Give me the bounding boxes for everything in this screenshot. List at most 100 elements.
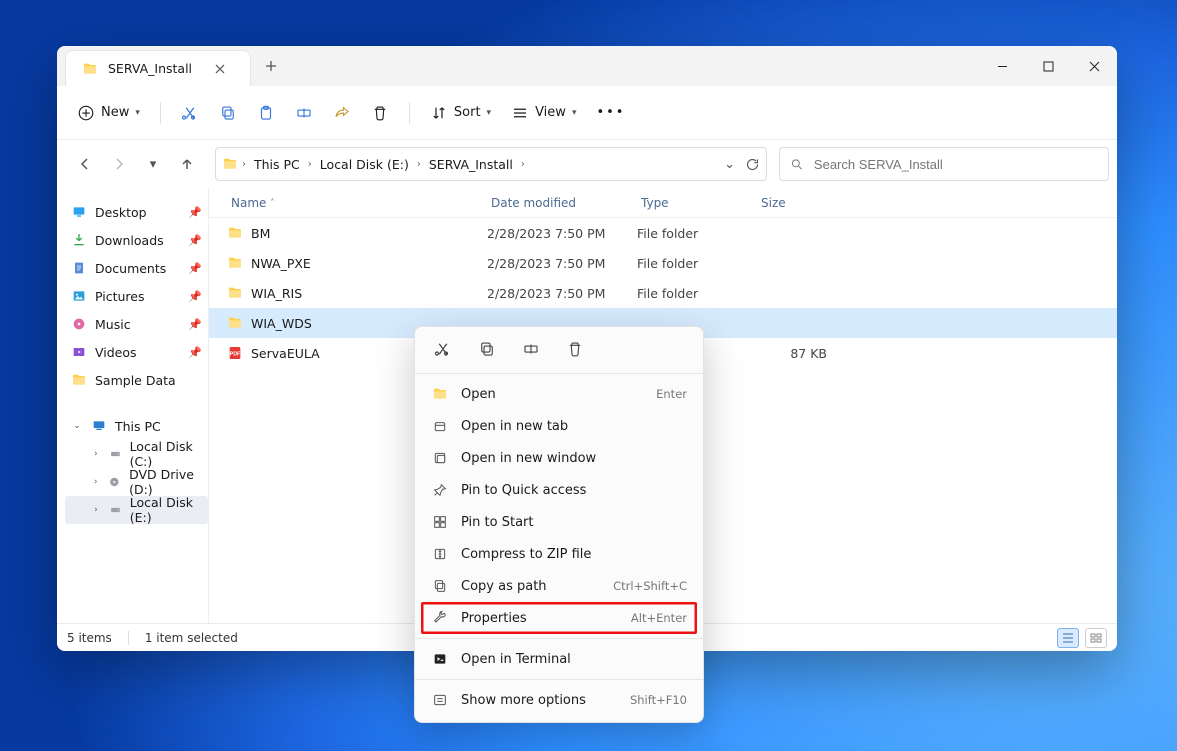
context-action-row <box>421 333 697 369</box>
search-box[interactable] <box>779 147 1109 181</box>
plus-icon <box>265 60 277 72</box>
ctx-pin-start[interactable]: Pin to Start <box>421 506 697 538</box>
up-button[interactable] <box>171 148 203 180</box>
col-size[interactable]: Size <box>761 196 841 210</box>
search-icon <box>790 157 804 172</box>
file-row[interactable]: NWA_PXE2/28/2023 7:50 PMFile folder <box>209 248 1117 278</box>
pin-icon: 📌 <box>188 346 202 359</box>
ctx-open-terminal[interactable]: Open in Terminal <box>421 643 697 675</box>
delete-button[interactable] <box>363 96 397 130</box>
sort-button[interactable]: Sort ▾ <box>422 96 499 130</box>
trash-icon <box>371 104 389 122</box>
sidebar-item-desktop[interactable]: Desktop📌 <box>65 198 208 226</box>
minimize-icon <box>997 61 1008 72</box>
sidebar-item-downloads[interactable]: Downloads📌 <box>65 226 208 254</box>
ctx-compress-zip[interactable]: Compress to ZIP file <box>421 538 697 570</box>
file-row[interactable]: BM2/28/2023 7:50 PMFile folder <box>209 218 1117 248</box>
ctx-copy-path[interactable]: Copy as pathCtrl+Shift+C <box>421 570 697 602</box>
more-button[interactable]: ••• <box>588 96 633 130</box>
sidebar-drive[interactable]: ›DVD Drive (D:) <box>65 468 208 496</box>
view-button[interactable]: View ▾ <box>503 96 584 130</box>
sidebar-drive[interactable]: › Local Disk (C:) <box>65 440 208 468</box>
refresh-button[interactable] <box>745 157 760 172</box>
file-name: BM <box>251 226 270 241</box>
pin-icon: 📌 <box>188 318 202 331</box>
sidebar-item-music[interactable]: Music📌 <box>65 310 208 338</box>
folder-icon <box>227 255 243 271</box>
sidebar-item-sample-data[interactable]: Sample Data <box>65 366 208 394</box>
cut-button[interactable] <box>173 96 207 130</box>
paste-button[interactable] <box>249 96 283 130</box>
address-bar[interactable]: › This PC › Local Disk (E:) › SERVA_Inst… <box>215 147 767 181</box>
ctx-open-new-tab[interactable]: Open in new tab <box>421 410 697 442</box>
context-menu: OpenEnter Open in new tab Open in new wi… <box>414 326 704 723</box>
tab-close-button[interactable] <box>210 59 230 79</box>
ctx-show-more[interactable]: Show more optionsShift+F10 <box>421 684 697 716</box>
ctx-open-new-window[interactable]: Open in new window <box>421 442 697 474</box>
rename-button[interactable] <box>287 96 321 130</box>
video-icon <box>71 344 87 360</box>
close-button[interactable] <box>1071 46 1117 86</box>
back-button[interactable] <box>69 148 101 180</box>
ctx-open[interactable]: OpenEnter <box>421 378 697 410</box>
forward-button[interactable] <box>103 148 135 180</box>
chevron-right-icon: › <box>91 449 101 459</box>
maximize-button[interactable] <box>1025 46 1071 86</box>
column-headers: Name ˄ Date modified Type Size <box>209 188 1117 218</box>
pin-icon: 📌 <box>188 262 202 275</box>
copy-path-icon <box>431 577 449 595</box>
sidebar-item-videos[interactable]: Videos📌 <box>65 338 208 366</box>
ctx-cut-button[interactable] <box>431 337 455 361</box>
ctx-copy-button[interactable] <box>475 337 499 361</box>
item-count: 5 items <box>67 631 112 645</box>
ctx-delete-button[interactable] <box>563 337 587 361</box>
zip-icon <box>431 545 449 563</box>
recent-button[interactable]: ▾ <box>137 148 169 180</box>
details-icon <box>1062 633 1074 643</box>
minimize-button[interactable] <box>979 46 1025 86</box>
file-date: 2/28/2023 7:50 PM <box>487 256 637 271</box>
breadcrumb-drive[interactable]: Local Disk (E:) <box>316 155 413 174</box>
address-dropdown[interactable]: ⌄ <box>724 157 735 172</box>
ctx-properties[interactable]: PropertiesAlt+Enter <box>421 602 697 634</box>
share-button[interactable] <box>325 96 359 130</box>
toolbar: New ▾ Sort ▾ View ▾ ••• <box>57 86 1117 140</box>
pin-icon: 📌 <box>188 206 202 219</box>
sidebar-item-label: Local Disk (C:) <box>130 439 202 469</box>
col-date[interactable]: Date modified <box>491 196 641 210</box>
copy-icon <box>478 340 496 358</box>
pic-icon <box>71 288 87 304</box>
sidebar-drive[interactable]: ›Local Disk (E:) <box>65 496 208 524</box>
folder-icon <box>227 225 243 241</box>
folder-icon <box>227 285 243 301</box>
sidebar-item-documents[interactable]: Documents📌 <box>65 254 208 282</box>
file-name: ServaEULA <box>251 346 320 361</box>
sidebar-this-pc[interactable]: ⌄This PC <box>65 412 208 440</box>
breadcrumb-this-pc[interactable]: This PC <box>250 155 304 174</box>
new-label: New <box>101 105 129 120</box>
view-label: View <box>535 105 566 120</box>
tab-active[interactable]: SERVA_Install <box>65 50 251 86</box>
icons-view-button[interactable] <box>1085 628 1107 648</box>
pin-icon: 📌 <box>188 290 202 303</box>
file-row[interactable]: WIA_RIS2/28/2023 7:50 PMFile folder <box>209 278 1117 308</box>
ctx-rename-button[interactable] <box>519 337 543 361</box>
navbar: ▾ › This PC › Local Disk (E:) › SERVA_In… <box>57 140 1117 188</box>
breadcrumb-folder[interactable]: SERVA_Install <box>425 155 517 174</box>
col-name[interactable]: Name ˄ <box>231 196 491 210</box>
sidebar-item-pictures[interactable]: Pictures📌 <box>65 282 208 310</box>
copy-button[interactable] <box>211 96 245 130</box>
new-window-icon <box>431 449 449 467</box>
rename-icon <box>295 104 313 122</box>
details-view-button[interactable] <box>1057 628 1079 648</box>
new-button[interactable]: New ▾ <box>69 96 148 130</box>
chevron-down-icon: ▾ <box>150 157 157 172</box>
arrow-left-icon <box>78 157 92 171</box>
chevron-down-icon: ▾ <box>572 108 577 118</box>
col-type[interactable]: Type <box>641 196 761 210</box>
file-name: NWA_PXE <box>251 256 311 271</box>
music-icon <box>71 316 87 332</box>
ctx-pin-quick-access[interactable]: Pin to Quick access <box>421 474 697 506</box>
search-input[interactable] <box>812 156 1098 173</box>
new-tab-button[interactable] <box>251 46 291 86</box>
